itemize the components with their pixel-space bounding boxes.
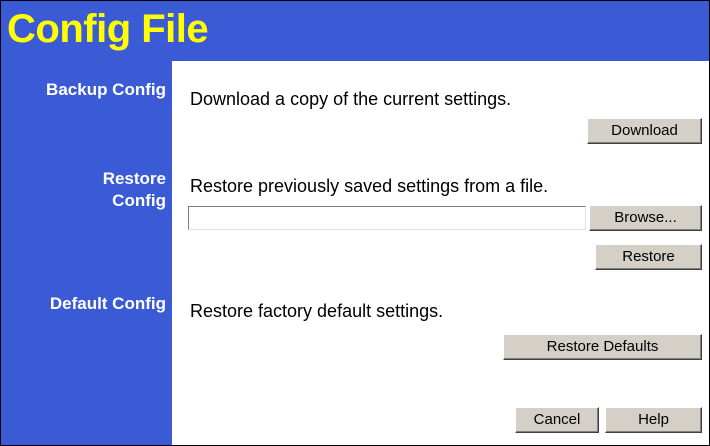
cancel-button[interactable]: Cancel [515,407,599,433]
page-title: Config File [7,7,209,51]
default-description: Restore factory default settings. [190,301,444,321]
restore-config-label-line2: Config [112,191,166,210]
restore-defaults-button[interactable]: Restore Defaults [503,334,702,360]
default-config-label: Default Config [49,294,166,313]
restore-button[interactable]: Restore [595,244,702,270]
backup-description: Download a copy of the current settings. [190,89,512,109]
restore-config-label-line1: Restore [102,169,166,188]
restore-description: Restore previously saved settings from a… [190,176,549,196]
browse-button[interactable]: Browse... [589,205,702,231]
config-file-page: Config File Backup Config Restore Config… [0,0,710,446]
backup-config-label: Backup Config [46,80,166,99]
sidebar: Backup Config Restore Config Default Con… [1,61,172,445]
download-button[interactable]: Download [587,118,702,144]
restore-config-label: Restore Config [103,168,166,212]
config-file-path-input[interactable] [188,206,586,230]
page-header: Config File [1,1,709,61]
help-button[interactable]: Help [605,407,702,433]
